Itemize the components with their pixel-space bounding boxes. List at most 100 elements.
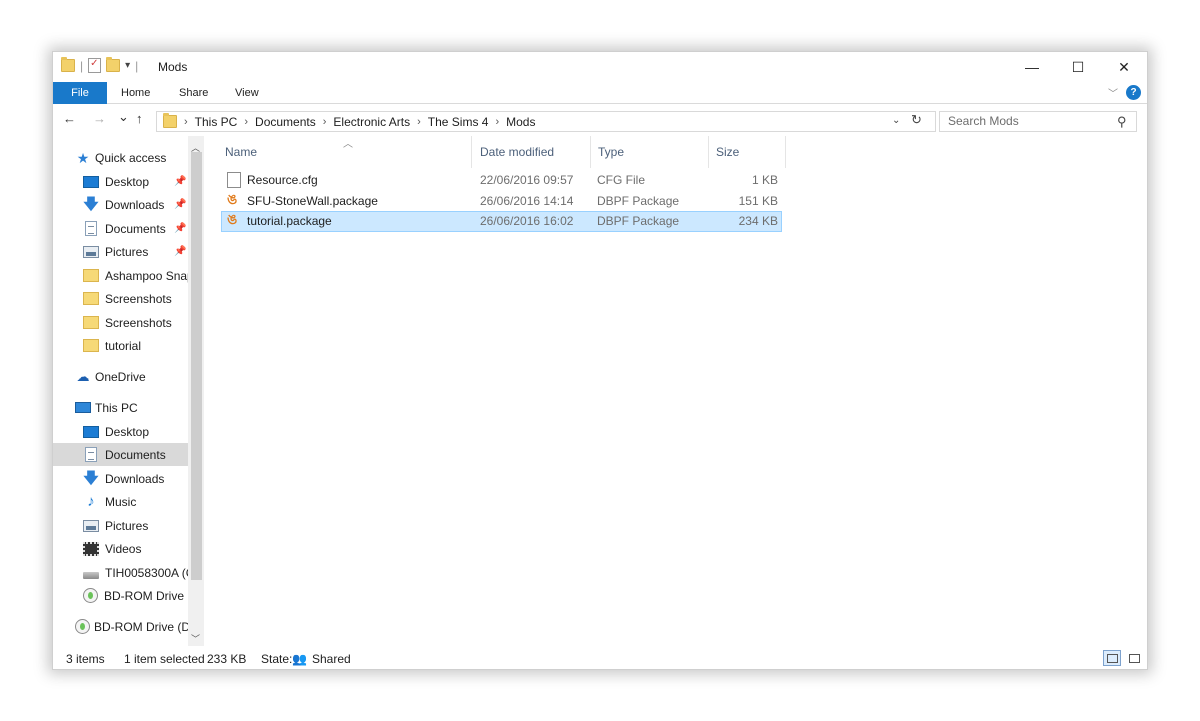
status-selection: 1 item selected <box>124 652 205 666</box>
breadcrumb-chevron-icon[interactable]: › <box>184 116 188 128</box>
breadcrumb-documents[interactable]: Documents <box>255 115 316 129</box>
navigation-bar: ← → ⌄ ↑ › This PC › Documents › Electron… <box>53 108 1147 134</box>
pin-icon[interactable]: 📌 <box>174 246 186 257</box>
pin-icon[interactable]: 📌 <box>174 199 186 210</box>
file-type: DBPF Package <box>597 214 680 228</box>
title-bar: | ▾ | Mods — ☐ ✕ <box>53 52 1147 82</box>
disc-icon <box>75 619 90 634</box>
large-icons-view-icon <box>1129 654 1140 663</box>
address-history-chevron-icon[interactable]: ⌄ <box>892 115 900 126</box>
pictures-icon <box>83 245 99 258</box>
details-view-icon <box>1107 654 1118 663</box>
address-bar[interactable]: › This PC › Documents › Electronic Arts … <box>156 111 936 132</box>
folder-icon <box>83 316 99 329</box>
tab-view[interactable]: View <box>235 82 259 104</box>
breadcrumb-this-pc[interactable]: This PC <box>195 115 238 129</box>
pin-icon[interactable]: 📌 <box>174 223 186 234</box>
sidebar-item-downloads[interactable]: 🡇 Downloads 📌 <box>53 193 188 216</box>
minimize-button[interactable]: — <box>1009 52 1055 82</box>
new-folder-icon[interactable] <box>106 57 121 72</box>
sidebar-item-pictures[interactable]: Pictures 📌 <box>53 240 188 263</box>
breadcrumb-chevron-icon[interactable]: › <box>417 116 421 128</box>
sidebar-item-screenshots[interactable]: Screenshots <box>53 311 188 334</box>
explorer-window: | ▾ | Mods — ☐ ✕ File Home Share View ﹀ … <box>52 51 1148 670</box>
scroll-down-chevron-icon[interactable]: ﹀ <box>191 632 200 645</box>
desktop-icon <box>83 175 99 188</box>
status-bar: 3 items 1 item selected 233 KB State: 👥 … <box>53 648 1147 669</box>
column-header-size[interactable]: Size <box>709 136 786 168</box>
file-row-sfu-stonewall[interactable]: ঙ SFU-StoneWall.package 26/06/2016 14:14… <box>221 191 782 212</box>
sidebar-item-pc-music[interactable]: ♪ Music <box>53 490 188 513</box>
sidebar-item-quick-access[interactable]: ★ Quick access <box>75 146 204 169</box>
sidebar-item-tutorial[interactable]: tutorial <box>53 334 188 357</box>
sidebar-item-ashampoo-snap[interactable]: Ashampoo Snap <box>53 264 188 287</box>
scroll-up-chevron-icon[interactable]: ︿ <box>191 141 200 154</box>
breadcrumb-chevron-icon[interactable]: › <box>244 116 248 128</box>
sidebar-item-bd-rom-i[interactable]: BD-ROM Drive (I <box>53 584 188 607</box>
folder-icon <box>83 339 99 352</box>
sidebar-item-desktop[interactable]: Desktop 📌 <box>53 170 188 193</box>
search-icon[interactable]: ⚲ <box>1117 114 1141 130</box>
file-type: DBPF Package <box>597 194 680 208</box>
file-row-resource-cfg[interactable]: Resource.cfg 22/06/2016 09:57 CFG File 1… <box>221 170 782 191</box>
sort-ascending-chevron-icon: ︿ <box>343 139 353 150</box>
back-button[interactable]: ← <box>63 111 76 126</box>
breadcrumb-electronic-arts[interactable]: Electronic Arts <box>333 115 410 129</box>
breadcrumb-mods[interactable]: Mods <box>506 115 535 129</box>
file-name: Resource.cfg <box>247 173 318 187</box>
details-view-button[interactable] <box>1103 650 1121 666</box>
download-icon: 🡇 <box>83 469 99 487</box>
sidebar-item-local-disk[interactable]: TIH0058300A (C: <box>53 561 188 584</box>
file-row-tutorial-package[interactable]: ঙ tutorial.package 26/06/2016 16:02 DBPF… <box>221 211 782 232</box>
search-input[interactable]: Search Mods <box>939 111 1137 132</box>
window-title: Mods <box>158 60 188 74</box>
sidebar-item-pc-documents[interactable]: Documents <box>53 443 188 466</box>
ribbon-tabs: File Home Share View ﹀ ? <box>53 82 1147 104</box>
refresh-button[interactable]: ↻ <box>911 112 922 128</box>
file-size: 234 KB <box>738 214 778 228</box>
large-icons-view-button[interactable] <box>1125 650 1143 666</box>
customize-toolbar-chevron-icon[interactable]: ▾ <box>125 60 130 71</box>
sidebar-item-pc-desktop[interactable]: Desktop <box>53 420 188 443</box>
sidebar-item-onedrive[interactable]: ☁ OneDrive <box>53 365 188 388</box>
sidebar-item-documents[interactable]: Documents 📌 <box>53 217 188 240</box>
breadcrumb-chevron-icon[interactable]: › <box>323 116 327 128</box>
toolbar-separator: | <box>135 58 139 73</box>
breadcrumb-chevron-icon[interactable]: › <box>495 116 499 128</box>
download-icon: 🡇 <box>83 195 99 213</box>
tab-home[interactable]: Home <box>121 82 150 104</box>
sidebar-item-pc-videos[interactable]: Videos <box>53 537 188 560</box>
tab-file[interactable]: File <box>53 82 107 104</box>
sidebar-item-this-pc[interactable]: This PC <box>53 396 188 419</box>
close-button[interactable]: ✕ <box>1101 52 1147 82</box>
folder-icon <box>83 269 99 282</box>
column-header-date-modified[interactable]: Date modified <box>473 136 591 168</box>
document-icon <box>85 447 97 462</box>
videos-icon <box>83 541 99 556</box>
file-date: 26/06/2016 14:14 <box>480 194 574 208</box>
recent-locations-chevron-icon[interactable]: ⌄ <box>118 109 129 125</box>
desktop-icon <box>83 425 99 438</box>
sidebar-item-pc-downloads[interactable]: 🡇 Downloads <box>53 467 188 490</box>
expand-ribbon-chevron-icon[interactable]: ﹀ <box>1108 85 1118 100</box>
up-button[interactable]: ↑ <box>136 111 143 126</box>
breadcrumb-the-sims-4[interactable]: The Sims 4 <box>428 115 489 129</box>
file-type: CFG File <box>597 173 645 187</box>
folder-icon <box>83 292 99 305</box>
maximize-button[interactable]: ☐ <box>1055 52 1101 82</box>
sidebar-item-screenshots[interactable]: Screenshots <box>53 287 188 310</box>
forward-button[interactable]: → <box>93 111 106 126</box>
sidebar-scrollbar-thumb[interactable] <box>191 152 202 580</box>
disc-icon <box>83 588 98 603</box>
folder-icon <box>163 113 177 128</box>
file-date: 22/06/2016 09:57 <box>480 173 574 187</box>
file-name: SFU-StoneWall.package <box>247 194 378 208</box>
tab-share[interactable]: Share <box>179 82 208 104</box>
help-icon[interactable]: ? <box>1126 85 1141 100</box>
properties-icon[interactable] <box>88 58 102 73</box>
column-header-type[interactable]: Type <box>591 136 709 168</box>
pin-icon[interactable]: 📌 <box>174 176 186 187</box>
file-date: 26/06/2016 16:02 <box>480 214 574 228</box>
sidebar-item-pc-pictures[interactable]: Pictures <box>53 514 188 537</box>
sidebar-item-bd-rom-d[interactable]: BD-ROM Drive (D: <box>53 615 188 638</box>
